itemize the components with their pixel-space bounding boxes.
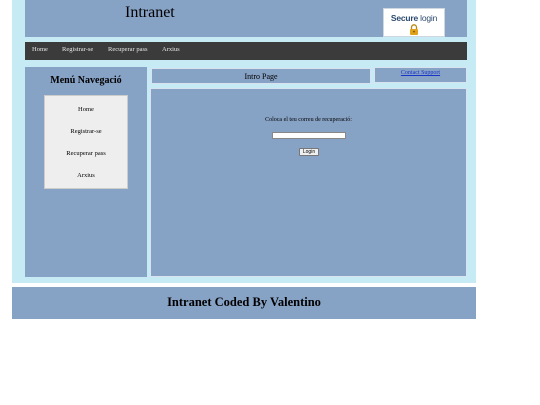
contact-support-link[interactable]: Contact Support [375,70,466,76]
contact-box: Contact Support [374,67,467,83]
intro-title: Intro Page [244,72,278,81]
sidebar: Menú Navegació Home Registrar-se Recuper… [25,67,147,277]
nav-registrar-se[interactable]: Registrar-se [62,46,93,53]
login-button[interactable]: Login [299,148,319,156]
lock-icon [410,24,418,35]
nav-arxius[interactable]: Arxius [162,46,180,53]
top-navbar: Home Registrar-se Recuperar pass Arxius [25,42,467,60]
secure-word: Secure [390,13,418,23]
sidebar-item-registrar-se[interactable]: Registrar-se [45,128,127,135]
sidebar-menu: Home Registrar-se Recuperar pass Arxius [44,95,128,189]
footer: Intranet Coded By Valentino [12,287,476,319]
secure-login-badge: Secure login [383,8,445,37]
site-title: Intranet [125,4,175,21]
header: Intranet Secure login [25,0,467,37]
main-content: Coloca el teu correu de recuperació: Log… [150,88,467,277]
sidebar-item-recuperar-pass[interactable]: Recuperar pass [45,150,127,157]
secure-login-text: Secure login [384,13,444,23]
login-word: login [420,13,438,23]
sidebar-title: Menú Navegació [50,75,122,86]
nav-recuperar-pass[interactable]: Recuperar pass [108,46,148,53]
recovery-email-input[interactable] [272,132,346,139]
nav-home[interactable]: Home [32,46,48,53]
footer-credit: Intranet Coded By Valentino [167,295,321,309]
sidebar-item-arxius[interactable]: Arxius [45,172,127,179]
recovery-email-label: Coloca el teu correu de recuperació: [265,117,352,123]
intro-header: Intro Page [151,68,371,84]
sidebar-item-home[interactable]: Home [45,106,127,113]
